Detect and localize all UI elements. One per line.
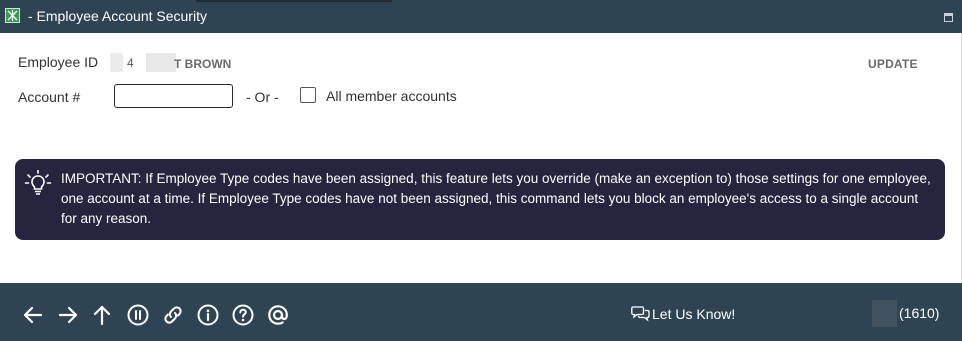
window-title: - Employee Account Security [28,8,207,24]
link-icon[interactable] [161,303,185,327]
screen-code: (1610) [899,305,940,321]
account-number-input[interactable] [114,84,233,108]
title-bar-strip [196,0,392,2]
up-arrow-icon[interactable] [90,303,114,327]
form-panel: Employee ID 4 T BROWN UPDATE Account # -… [0,33,962,283]
help-icon[interactable] [231,303,255,327]
lightbulb-icon [24,169,52,202]
account-label: Account # [18,89,81,105]
employee-id-value: 4 [127,56,134,70]
all-member-accounts-label[interactable]: All member accounts [326,88,457,104]
redaction-block [872,300,897,327]
redaction-block [146,53,176,72]
forward-arrow-icon[interactable] [56,303,80,327]
employee-id-label: Employee ID [18,54,99,70]
chat-bubbles-icon [631,306,650,322]
notice-text: IMPORTANT: If Employee Type codes have b… [61,171,931,226]
update-button[interactable]: UPDATE [868,57,918,71]
let-us-know-label[interactable]: Let Us Know! [652,306,735,322]
or-separator: - Or - [246,89,279,105]
redaction-block [110,53,123,72]
info-icon[interactable] [196,303,220,327]
important-notice: IMPORTANT: If Employee Type codes have b… [15,159,945,240]
at-sign-icon[interactable] [266,303,290,327]
app-icon [5,8,20,23]
employee-name: T BROWN [174,57,232,71]
title-bar: - Employee Account Security [0,0,962,33]
pause-icon[interactable] [126,303,150,327]
footer-toolbar: Let Us Know! (1610) [0,283,962,341]
back-arrow-icon[interactable] [21,303,45,327]
restore-icon[interactable] [944,13,953,22]
all-member-accounts-checkbox[interactable] [300,87,316,103]
